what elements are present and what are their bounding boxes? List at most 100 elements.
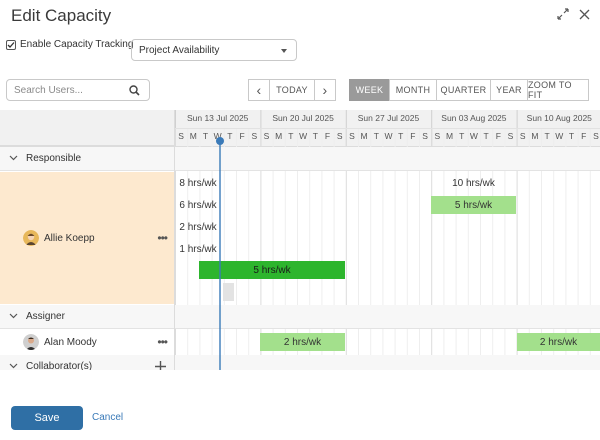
day-label: S xyxy=(422,131,428,141)
group-label: Collaborator(s) xyxy=(26,361,93,370)
day-label: M xyxy=(275,131,282,141)
capacity-bar[interactable]: 2 hrs/wk xyxy=(517,333,600,351)
capacity-label: Enable Capacity Tracking xyxy=(20,39,134,50)
day-label: T xyxy=(313,131,318,141)
day-label: S xyxy=(251,131,257,141)
chevron-down-icon xyxy=(9,311,18,322)
group-label: Assigner xyxy=(26,311,65,322)
day-label: S xyxy=(264,131,270,141)
day-label: M xyxy=(361,131,368,141)
capacity-bar[interactable]: 2 hrs/wk xyxy=(260,333,345,351)
group-band xyxy=(175,355,600,370)
capacity-tracking-toggle[interactable]: Enable Capacity Tracking xyxy=(6,39,133,50)
bar-label: 1 hrs/wk xyxy=(179,243,217,255)
group-assigner[interactable]: Assigner xyxy=(0,305,175,329)
day-label: S xyxy=(520,131,526,141)
day-label: F xyxy=(496,131,501,141)
bar-label: 6 hrs/wk xyxy=(179,199,217,211)
day-label: W xyxy=(470,131,478,141)
user-name: Alan Moody xyxy=(44,336,97,348)
day-label: T xyxy=(459,131,464,141)
search-placeholder: Search Users... xyxy=(14,85,83,96)
chevron-down-icon xyxy=(9,361,18,370)
group-responsible[interactable]: Responsible xyxy=(0,147,175,171)
day-label: F xyxy=(239,131,244,141)
chevron-left-icon: ‹ xyxy=(256,82,262,98)
week-label: Sun 03 Aug 2025 xyxy=(441,113,507,123)
day-label: S xyxy=(337,131,343,141)
more-options-icon[interactable]: ••• xyxy=(157,231,168,245)
capacity-grid: Sun 13 Jul 2025 S M T W T F S Sun 20 Jul 2025 S M T… xyxy=(0,110,600,370)
day-label: W xyxy=(299,131,307,141)
bar-label: 5 hrs/wk xyxy=(454,199,493,211)
view-switcher: WEEK MONTH QUARTER YEAR ZOOM TO FIT xyxy=(349,79,589,101)
day-label: T xyxy=(288,131,293,141)
day-label: S xyxy=(434,131,440,141)
week-label: Sun 20 Jul 2025 xyxy=(272,113,334,123)
capacity-bar[interactable]: 10 hrs/wk xyxy=(431,174,516,192)
capacity-bar[interactable]: 5 hrs/wk xyxy=(431,196,516,214)
day-label: T xyxy=(544,131,549,141)
add-collaborator-icon[interactable] xyxy=(155,361,166,370)
today-button[interactable]: TODAY xyxy=(269,79,315,101)
group-band xyxy=(175,305,600,329)
user-name: Allie Koepp xyxy=(44,232,95,244)
day-label: S xyxy=(349,131,355,141)
day-label: W xyxy=(555,131,563,141)
day-label: T xyxy=(398,131,403,141)
group-band xyxy=(175,147,600,171)
search-icon xyxy=(129,85,140,99)
group-collaborators[interactable]: Collaborator(s) xyxy=(0,355,175,370)
bar-label: 10 hrs/wk xyxy=(452,177,495,189)
chevron-down-icon xyxy=(9,153,18,164)
day-label: S xyxy=(593,131,599,141)
availability-select-value: Project Availability xyxy=(139,45,220,56)
week-label: Sun 10 Aug 2025 xyxy=(527,113,593,123)
day-label: F xyxy=(325,131,330,141)
day-label: W xyxy=(384,131,392,141)
day-label: F xyxy=(581,131,586,141)
bar-label: 8 hrs/wk xyxy=(179,177,217,189)
view-zoom-to-fit-button[interactable]: ZOOM TO FIT xyxy=(527,79,589,101)
cancel-link[interactable]: Cancel xyxy=(92,412,123,423)
chevron-right-icon: › xyxy=(322,82,328,98)
user-row-alan-moody[interactable]: Alan Moody ••• xyxy=(0,330,175,354)
save-button[interactable]: Save xyxy=(11,406,83,430)
prev-button[interactable]: ‹ xyxy=(248,79,270,101)
bar-label: 5 hrs/wk xyxy=(253,264,291,276)
availability-select[interactable]: Project Availability xyxy=(131,39,297,61)
day-label: M xyxy=(531,131,538,141)
day-label: M xyxy=(446,131,453,141)
day-label: S xyxy=(508,131,514,141)
view-year-button[interactable]: YEAR xyxy=(490,79,528,101)
day-label: F xyxy=(410,131,415,141)
view-quarter-button[interactable]: QUARTER xyxy=(436,79,491,101)
chevron-down-icon xyxy=(281,49,287,53)
user-row-allie-koepp[interactable]: Allie Koepp ••• xyxy=(0,172,175,304)
day-label: T xyxy=(483,131,488,141)
bar-label: 2 hrs/wk xyxy=(283,336,322,348)
bar-label: 2 hrs/wk xyxy=(539,336,578,348)
week-label: Sun 27 Jul 2025 xyxy=(358,113,420,123)
bar-label: 2 hrs/wk xyxy=(179,221,217,233)
search-users-input[interactable]: Search Users... xyxy=(6,79,150,101)
avatar xyxy=(23,230,39,246)
capacity-checkbox[interactable] xyxy=(6,39,16,50)
column-divider xyxy=(174,110,175,370)
day-label: T xyxy=(374,131,379,141)
next-button[interactable]: › xyxy=(314,79,336,101)
day-label: T xyxy=(203,131,208,141)
day-label: T xyxy=(569,131,574,141)
day-label: S xyxy=(178,131,184,141)
expand-icon[interactable] xyxy=(557,8,569,20)
today-marker[interactable] xyxy=(215,110,225,370)
view-week-button[interactable]: WEEK xyxy=(349,79,390,101)
close-icon[interactable] xyxy=(579,9,590,20)
avatar xyxy=(23,334,39,350)
dialog-title: Edit Capacity xyxy=(11,6,112,25)
day-label: M xyxy=(190,131,197,141)
more-options-icon[interactable]: ••• xyxy=(157,335,168,349)
view-month-button[interactable]: MONTH xyxy=(389,79,437,101)
day-label: T xyxy=(227,131,232,141)
group-label: Responsible xyxy=(26,153,82,164)
